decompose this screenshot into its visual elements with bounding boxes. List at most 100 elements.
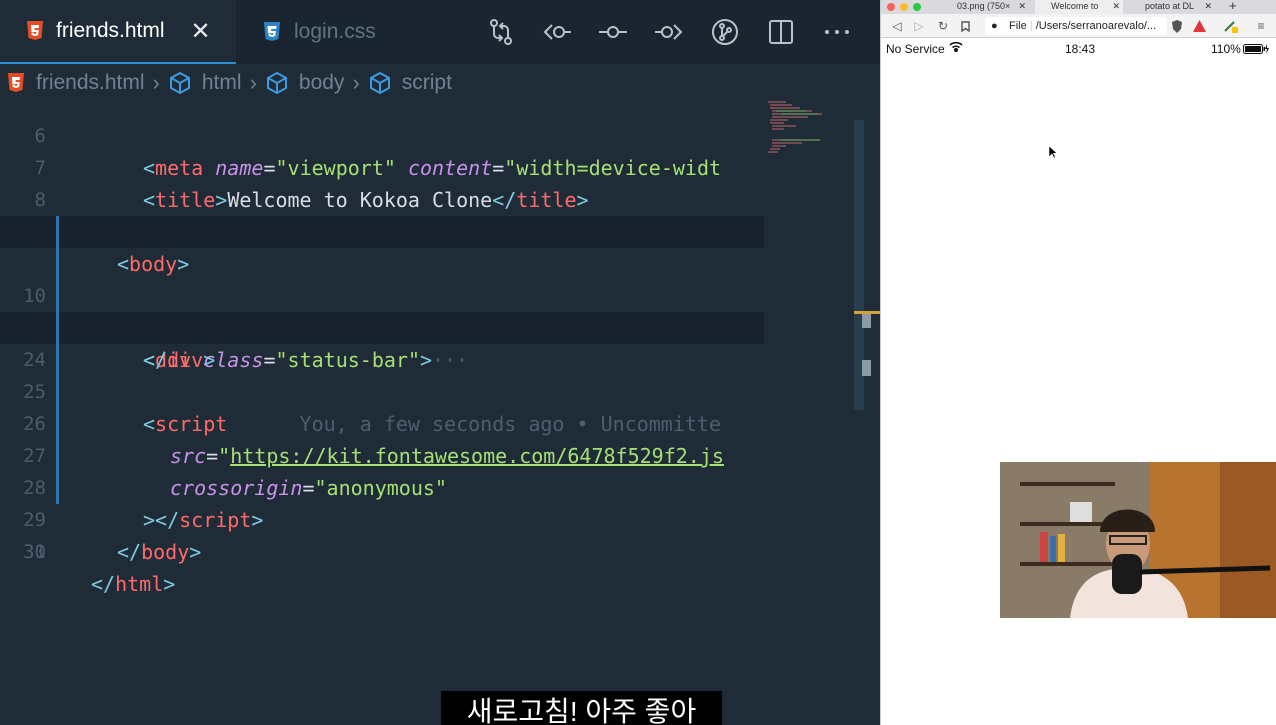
html5-icon: [26, 20, 44, 42]
html5-icon: [6, 72, 26, 94]
code-line: 30 </html>: [0, 472, 764, 596]
battery-icon: [1243, 43, 1269, 57]
next-change-icon[interactable]: [650, 13, 688, 51]
editor-tab-bar: friends.html ✕ login.css: [0, 0, 880, 64]
new-tab-icon[interactable]: +: [1229, 0, 1237, 13]
tab-title: 03.png (750×: [957, 1, 1011, 11]
code-line: 9 <body>: [0, 184, 764, 276]
breadcrumb-label: html: [201, 71, 242, 94]
tab-login-css[interactable]: login.css: [236, 0, 402, 64]
code-line: 8 </head>: [0, 152, 764, 244]
breadcrumb-item-body[interactable]: body: [265, 71, 345, 95]
wifi-icon: [949, 41, 963, 55]
code-line: 7 <title>Welcome to Kokoa Clone</title>: [0, 120, 764, 212]
code-line: 27 crossorigin="anonymous": [0, 376, 764, 500]
more-actions-icon[interactable]: [818, 13, 856, 51]
breadcrumb-item-script[interactable]: script: [368, 71, 452, 95]
breadcrumb: friends.html › html › body › script: [0, 64, 880, 102]
breadcrumb-item-file[interactable]: friends.html: [6, 71, 145, 95]
browser-tab[interactable]: potato at DL ✕: [1129, 0, 1215, 14]
change-gutter: [56, 408, 59, 440]
change-gutter: [56, 376, 59, 408]
browser-tab-active[interactable]: Welcome to ✕: [1035, 0, 1123, 14]
brave-shield-icon[interactable]: [1169, 18, 1185, 34]
code-line: 24: [0, 280, 764, 371]
code-line: 10 › <div class="status-bar">···: [0, 216, 764, 372]
back-icon[interactable]: ◁: [889, 18, 905, 34]
browser-tab-strip: 03.png (750× ✕ Welcome to ✕ potato at DL ✕ …: [881, 0, 1276, 14]
change-gutter: [56, 248, 59, 280]
device-status-bar: No Service 18:43 110%: [881, 40, 1276, 58]
brave-rewards-icon[interactable]: [1191, 18, 1207, 34]
cube-icon: [266, 71, 287, 95]
webcam-overlay: [1000, 462, 1276, 618]
change-gutter: [56, 440, 59, 472]
line-number: 31: [23, 541, 46, 563]
tab-label: login.css: [294, 20, 376, 43]
code-line: 29 </body>: [0, 440, 764, 564]
reload-icon[interactable]: ↻: [935, 18, 951, 34]
git-commit-icon[interactable]: [594, 13, 632, 51]
close-icon[interactable]: ✕: [1018, 0, 1026, 12]
split-editor-icon[interactable]: [762, 13, 800, 51]
tab-title: potato at DL: [1145, 1, 1195, 11]
window-minimize-button[interactable]: [900, 3, 908, 11]
css3-icon: [262, 21, 282, 43]
window-zoom-button[interactable]: [913, 3, 921, 11]
info-icon: ●: [991, 20, 998, 32]
scrollbar-thumb[interactable]: [862, 360, 871, 376]
code-line: 23 </div>: [0, 248, 764, 372]
menu-icon[interactable]: ≡: [1253, 18, 1269, 34]
change-gutter: [56, 312, 59, 344]
browser-toolbar: ◁ ▷ ↻ ● File | /Users/serranoarevalo/...…: [881, 14, 1276, 38]
tab-friends-html[interactable]: friends.html ✕: [0, 0, 236, 64]
presenter-video-image: [1000, 462, 1276, 618]
extension-icon[interactable]: [1223, 18, 1239, 34]
compare-changes-icon[interactable]: [482, 13, 520, 51]
breadcrumb-item-html[interactable]: html: [168, 71, 242, 95]
git-graph-icon[interactable]: [706, 13, 744, 51]
window-close-button[interactable]: [887, 3, 895, 11]
code-editor: friends.html ✕ login.css friends.html › …: [0, 0, 880, 725]
url-text: /Users/serranoarevalo/...: [1035, 20, 1157, 32]
code-area[interactable]: 6 <meta name="viewport" content="width=d…: [0, 100, 764, 620]
change-gutter: [56, 216, 59, 248]
editor-status-bar: [0, 712, 880, 725]
code-line: 25 <script You, a few seconds ago • Unco…: [0, 312, 764, 436]
browser-tab[interactable]: 03.png (750× ✕: [941, 0, 1029, 14]
chevron-right-icon: ›: [249, 70, 257, 95]
tab-label: friends.html: [56, 19, 165, 42]
minimap[interactable]: [766, 96, 856, 166]
code-line: 28 ></script>: [0, 408, 764, 532]
change-gutter: [56, 472, 59, 504]
url-scheme: File: [1009, 20, 1027, 32]
close-icon[interactable]: ✕: [191, 17, 211, 46]
code-line: 31: [0, 504, 764, 563]
cube-icon: [369, 71, 390, 95]
mouse-cursor-icon: [1048, 145, 1058, 164]
chevron-right-icon: ›: [352, 70, 360, 95]
breadcrumb-label: script: [401, 71, 452, 94]
code-text: </body>: [117, 540, 202, 564]
battery-percent: 110%: [1211, 42, 1241, 56]
breadcrumb-label: body: [298, 71, 345, 94]
scrollbar-thumb[interactable]: [862, 314, 871, 328]
chevron-right-icon: ›: [152, 70, 160, 95]
code-text: </html>: [91, 572, 176, 596]
change-gutter: [56, 344, 59, 376]
close-icon[interactable]: ✕: [1112, 0, 1120, 12]
tab-title: Welcome to: [1051, 1, 1099, 11]
previous-change-icon[interactable]: [538, 13, 576, 51]
address-bar[interactable]: ● File | /Users/serranoarevalo/...: [985, 17, 1167, 35]
code-line: 26 src="https://kit.fontawesome.com/6478…: [0, 344, 764, 468]
carrier-label: No Service: [886, 42, 945, 56]
code-line: 6 <meta name="viewport" content="width=d…: [0, 100, 764, 180]
breadcrumb-label: friends.html: [36, 71, 145, 94]
change-gutter: [56, 280, 59, 312]
bookmark-icon[interactable]: [957, 18, 973, 34]
video-subtitle: 새로고침! 아주 좋아: [441, 691, 722, 725]
editor-actions: [482, 0, 856, 64]
close-icon[interactable]: ✕: [1204, 0, 1212, 12]
forward-icon[interactable]: ▷: [911, 18, 927, 34]
clock-time: 18:43: [1065, 42, 1096, 56]
